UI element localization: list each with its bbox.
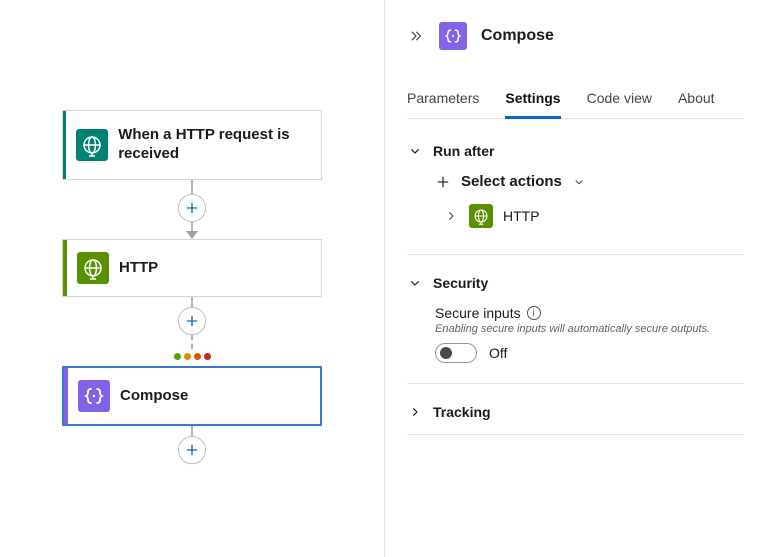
section-title: Security — [433, 275, 488, 291]
panel-title: Compose — [481, 27, 554, 45]
node-accent — [63, 240, 67, 296]
chevron-right-icon — [443, 208, 459, 224]
panel-header: Compose — [407, 18, 744, 68]
globe-icon — [469, 204, 493, 228]
plus-icon — [435, 174, 451, 190]
chevron-down-icon — [572, 175, 586, 189]
secure-inputs-state: Off — [489, 345, 507, 361]
chevron-down-icon — [407, 143, 423, 159]
section-toggle[interactable]: Run after — [407, 141, 744, 173]
node-accent — [64, 368, 68, 424]
braces-icon — [439, 22, 467, 50]
select-actions-label: Select actions — [461, 173, 562, 190]
tab-about[interactable]: About — [678, 86, 715, 118]
add-step-button[interactable] — [178, 194, 206, 222]
tab-settings[interactable]: Settings — [505, 86, 560, 119]
section-run-after: Run after Select actions HTTP — [407, 141, 744, 255]
run-after-item[interactable]: HTTP — [435, 204, 744, 228]
section-tracking: Tracking — [407, 402, 744, 435]
node-label: Compose — [120, 368, 202, 424]
node-http[interactable]: HTTP — [62, 239, 322, 297]
braces-icon — [78, 380, 110, 412]
panel-tabs: Parameters Settings Code view About — [407, 86, 744, 119]
run-after-status-dots — [174, 353, 211, 360]
node-label: When a HTTP request is received — [118, 111, 321, 179]
connector — [178, 426, 206, 464]
section-toggle[interactable]: Tracking — [407, 402, 744, 420]
section-toggle[interactable]: Security — [407, 273, 744, 305]
node-label: HTTP — [119, 240, 172, 296]
secure-inputs-label: Secure inputs — [435, 305, 521, 321]
section-title: Run after — [433, 143, 494, 159]
tab-parameters[interactable]: Parameters — [407, 86, 479, 118]
chevron-down-icon — [407, 275, 423, 291]
globe-icon — [77, 252, 109, 284]
node-accent — [63, 111, 66, 179]
details-panel: Compose Parameters Settings Code view Ab… — [384, 0, 766, 557]
section-title: Tracking — [433, 404, 491, 420]
connector — [174, 297, 211, 366]
designer-canvas[interactable]: When a HTTP request is received HTTP — [0, 0, 384, 557]
secure-inputs-help: Enabling secure inputs will automaticall… — [435, 323, 744, 335]
toggle-knob — [440, 347, 452, 359]
node-compose[interactable]: Compose — [62, 366, 322, 426]
node-trigger[interactable]: When a HTTP request is received — [62, 110, 322, 180]
tab-code-view[interactable]: Code view — [587, 86, 652, 118]
connector — [178, 180, 206, 239]
info-icon[interactable]: i — [527, 306, 541, 320]
run-after-item-label: HTTP — [503, 208, 540, 224]
secure-inputs-toggle[interactable] — [435, 343, 477, 363]
collapse-icon[interactable] — [407, 27, 425, 45]
chevron-right-icon — [407, 404, 423, 420]
section-security: Security Secure inputs i Enabling secure… — [407, 273, 744, 384]
globe-icon — [76, 129, 108, 161]
arrow-down-icon — [186, 231, 198, 239]
select-actions-button[interactable]: Select actions — [435, 173, 744, 190]
add-step-button[interactable] — [178, 307, 206, 335]
add-step-button[interactable] — [178, 436, 206, 464]
